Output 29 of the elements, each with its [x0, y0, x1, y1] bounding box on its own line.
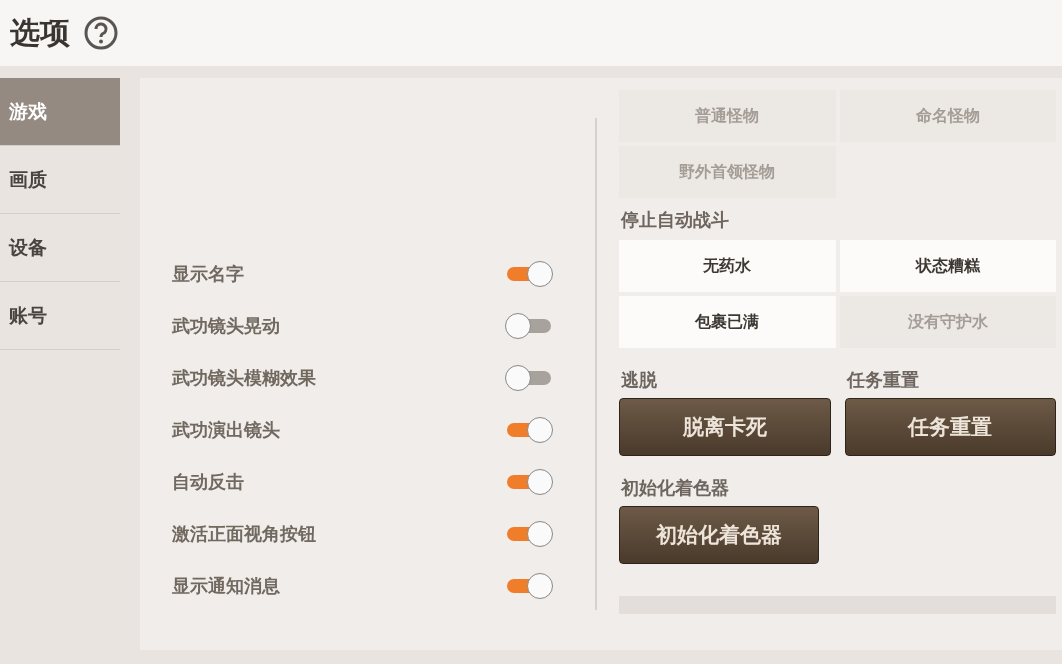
action-button[interactable]: 任务重置 [844, 398, 1056, 456]
section-title: 任务重置 [846, 368, 919, 392]
toggle-switch[interactable] [505, 365, 553, 391]
section-title: 初始化着色器 [621, 476, 729, 500]
setting-label: 显示通知消息 [172, 574, 280, 598]
toggle-switch[interactable] [505, 573, 553, 599]
setting-label: 武功镜头模糊效果 [172, 366, 316, 390]
sidebar-tab[interactable]: 账号 [0, 282, 120, 350]
setting-label: 武功演出镜头 [172, 418, 280, 442]
action-button[interactable]: 初始化着色器 [619, 506, 819, 564]
toggle-switch[interactable] [505, 313, 553, 339]
setting-label: 自动反击 [172, 470, 244, 494]
window-title: 选项 [10, 13, 70, 52]
option-button[interactable]: 包裹已满 [619, 296, 836, 348]
toggle-switch[interactable] [505, 417, 553, 443]
setting-label: 激活正面视角按钮 [172, 522, 316, 546]
option-button[interactable]: 无药水 [619, 240, 836, 292]
sidebar-tab[interactable]: 画质 [0, 146, 120, 214]
help-icon[interactable] [84, 16, 118, 50]
sidebar-tab[interactable]: 设备 [0, 214, 120, 282]
setting-label: 显示名字 [172, 262, 244, 286]
action-button[interactable]: 脱离卡死 [619, 398, 831, 456]
toggle-switch[interactable] [505, 521, 553, 547]
toggle-switch[interactable] [505, 261, 553, 287]
section-title: 停止自动战斗 [621, 208, 730, 232]
option-button[interactable]: 状态糟糕 [839, 240, 1056, 292]
toggle-switch[interactable] [505, 469, 553, 495]
setting-label: 武功镜头晃动 [172, 314, 280, 338]
section-title: 逃脱 [621, 368, 657, 392]
